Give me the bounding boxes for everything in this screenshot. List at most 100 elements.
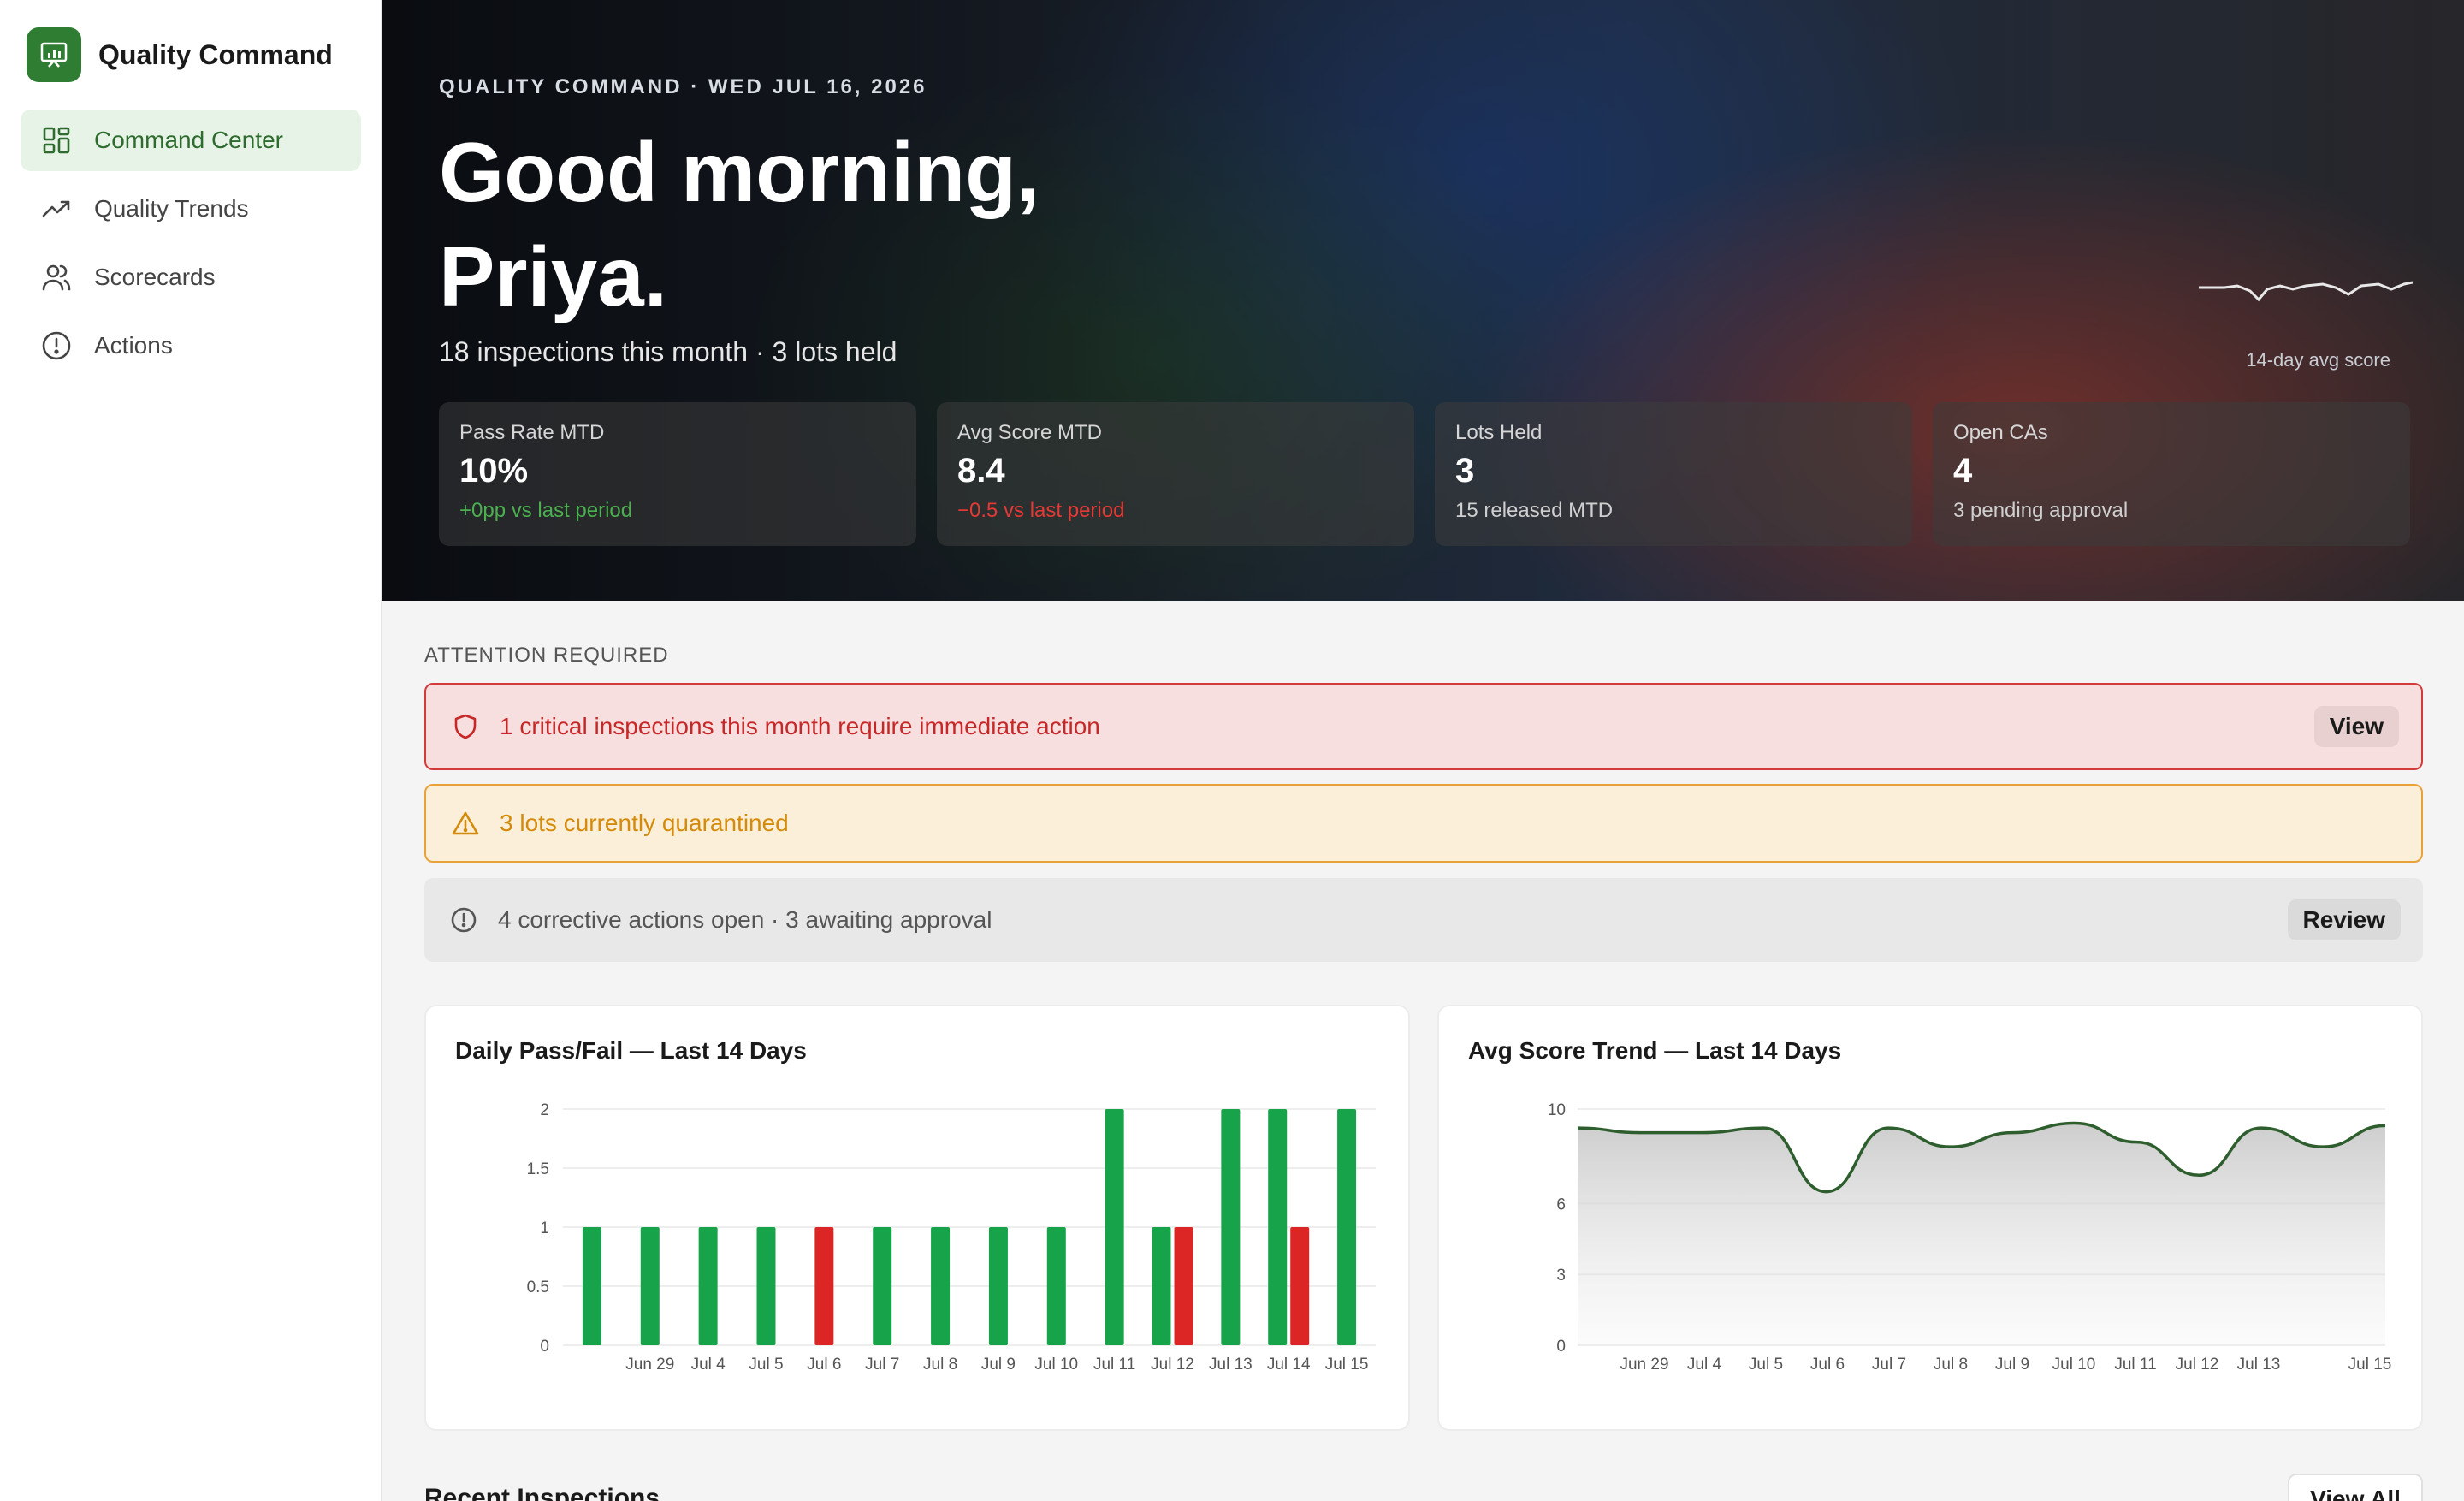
sidebar-item-label: Scorecards (94, 264, 216, 290)
kpi-value: 10% (459, 452, 529, 489)
y-tick-label: 1.5 (527, 1160, 549, 1178)
pass-bar (1221, 1109, 1241, 1345)
pass-bar (582, 1227, 601, 1345)
hero-date-eyebrow: QUALITY COMMAND · WED JUL 16, 2026 (439, 75, 927, 98)
y-tick-label: 1 (540, 1219, 549, 1237)
x-tick-label: Jul 6 (807, 1356, 841, 1373)
warning-triangle-icon (450, 808, 481, 839)
kpi-delta: 3 pending approval (1953, 499, 2129, 522)
users-icon (41, 262, 72, 293)
corrective-actions-alert: 4 corrective actions open · 3 awaiting a… (424, 878, 2423, 962)
grid-icon (41, 125, 72, 156)
info-circle-icon (448, 905, 479, 935)
sidebar: Quality Command Command Center Quality T… (0, 0, 382, 1501)
kpi-value: 8.4 (957, 452, 1005, 489)
y-tick-label: 6 (1556, 1195, 1566, 1213)
pass-bar (1337, 1109, 1357, 1345)
y-tick-label: 0.5 (527, 1279, 549, 1296)
view-button[interactable]: View (2313, 706, 2399, 747)
x-tick-label: Jun 29 (625, 1356, 674, 1373)
pass-bar (988, 1227, 1008, 1345)
x-tick-label: Jul 11 (2114, 1356, 2156, 1373)
alert-circle-icon (41, 330, 72, 361)
hero-greeting: Good morning, Priya. (439, 125, 1040, 323)
x-tick-label: Jul 5 (1749, 1356, 1783, 1373)
sidebar-nav: Command Center Quality Trends Scorecards (21, 110, 361, 383)
x-tick-label: Jul 9 (1995, 1356, 2029, 1373)
fail-bar (814, 1227, 834, 1345)
kpi-delta: +0pp vs last period (459, 499, 633, 522)
x-tick-label: Jul 6 (1810, 1356, 1845, 1373)
pass-bar (698, 1227, 718, 1345)
critical-alert-text: 1 critical inspections this month requir… (500, 713, 1100, 739)
kpi-card-open-cas[interactable]: Open CAs 4 3 pending approval (1933, 402, 2410, 546)
kpi-delta: 15 released MTD (1455, 499, 1614, 522)
x-tick-label: Jul 8 (1934, 1356, 1968, 1373)
y-tick-label: 3 (1556, 1267, 1566, 1284)
pass-bar (1268, 1109, 1288, 1345)
app-logo-icon (27, 27, 81, 82)
kpi-card-avg-score[interactable]: Avg Score MTD 8.4 −0.5 vs last period (937, 402, 1414, 546)
x-tick-label: Jul 7 (865, 1356, 899, 1373)
kpi-card-lots-held[interactable]: Lots Held 3 15 released MTD (1435, 402, 1912, 546)
kpi-value: 3 (1455, 452, 1475, 489)
pass-bar (1046, 1227, 1066, 1345)
x-tick-label: Jul 14 (1267, 1356, 1311, 1373)
kpi-delta: −0.5 vs last period (957, 499, 1125, 522)
x-tick-label: Jul 4 (691, 1356, 726, 1373)
pass-bar (931, 1227, 951, 1345)
sidebar-item-command-center[interactable]: Command Center (21, 110, 361, 171)
recent-inspections-title: Recent Inspections (424, 1484, 660, 1501)
avg-score-area-chart: 0 3 6 10 Jun 29 Jul 4 Jul 5 Jul 6 Jul 7 Jul 8 Jul … (1548, 1101, 2392, 1373)
fail-bar (1174, 1227, 1194, 1345)
sidebar-item-actions[interactable]: Actions (21, 315, 361, 377)
y-tick-label: 0 (540, 1338, 549, 1356)
sidebar-item-label: Command Center (94, 127, 283, 153)
shield-icon (450, 711, 481, 742)
kpi-row: Pass Rate MTD 10% +0pp vs last period Av… (439, 402, 2410, 546)
pass-bar (1152, 1227, 1171, 1345)
pass-fail-bar-chart: 0 0.5 1 1.5 2 Jun 29 Jul 4 Jul 5 Jul 6 Jul 7 Jul 8… (527, 1101, 1376, 1373)
quarantine-alert: 3 lots currently quarantined (424, 784, 2423, 863)
x-tick-label: Jul 12 (1151, 1356, 1194, 1373)
x-tick-label: Jul 11 (1093, 1356, 1135, 1373)
hero-subtitle: 18 inspections this month · 3 lots held (439, 336, 897, 367)
x-tick-label: Jun 29 (1620, 1356, 1668, 1373)
pass-bar (1105, 1109, 1124, 1345)
sidebar-item-quality-trends[interactable]: Quality Trends (21, 178, 361, 240)
pass-bar (640, 1227, 660, 1345)
x-tick-label: Jul 15 (2348, 1356, 2392, 1373)
attention-section-label: ATTENTION REQUIRED (424, 644, 669, 667)
corrective-actions-text: 4 corrective actions open · 3 awaiting a… (498, 906, 992, 933)
x-tick-label: Jul 5 (749, 1356, 783, 1373)
y-tick-label: 2 (540, 1101, 549, 1119)
kpi-label: Lots Held (1455, 421, 1543, 444)
x-tick-label: Jul 10 (1034, 1356, 1078, 1373)
hero-banner: QUALITY COMMAND · WED JUL 16, 2026 Good … (382, 0, 2464, 601)
x-tick-label: Jul 12 (2176, 1356, 2219, 1373)
y-tick-label: 10 (1548, 1101, 1566, 1119)
x-tick-label: Jul 13 (2237, 1356, 2281, 1373)
kpi-label: Pass Rate MTD (459, 421, 605, 444)
view-all-button[interactable]: View All (2288, 1474, 2423, 1501)
trend-icon (41, 193, 72, 224)
sidebar-item-label: Actions (94, 332, 173, 359)
brand[interactable]: Quality Command (27, 27, 333, 82)
x-tick-label: Jul 9 (981, 1356, 1016, 1373)
pass-bar (873, 1227, 892, 1345)
avg-score-chart-card: Avg Score Trend — Last 14 Days 0 3 6 10 Jun … (1437, 1005, 2423, 1431)
sidebar-item-label: Quality Trends (94, 195, 249, 222)
x-tick-label: Jul 15 (1325, 1356, 1369, 1373)
x-tick-label: Jul 10 (2052, 1356, 2096, 1373)
pass-bar (756, 1227, 776, 1345)
kpi-value: 4 (1953, 452, 1973, 489)
x-tick-label: Jul 4 (1687, 1356, 1722, 1373)
review-button[interactable]: Review (2287, 899, 2401, 940)
sparkline-label: 14-day avg score (2246, 349, 2390, 371)
kpi-card-pass-rate[interactable]: Pass Rate MTD 10% +0pp vs last period (439, 402, 916, 546)
pass-fail-chart-card: Daily Pass/Fail — Last 14 Days 0 0.5 1 1.5 2… (424, 1005, 1410, 1431)
app-name: Quality Command (98, 39, 333, 70)
x-tick-label: Jul 8 (923, 1356, 957, 1373)
sidebar-item-scorecards[interactable]: Scorecards (21, 246, 361, 308)
avg-score-sparkline (2199, 281, 2413, 302)
